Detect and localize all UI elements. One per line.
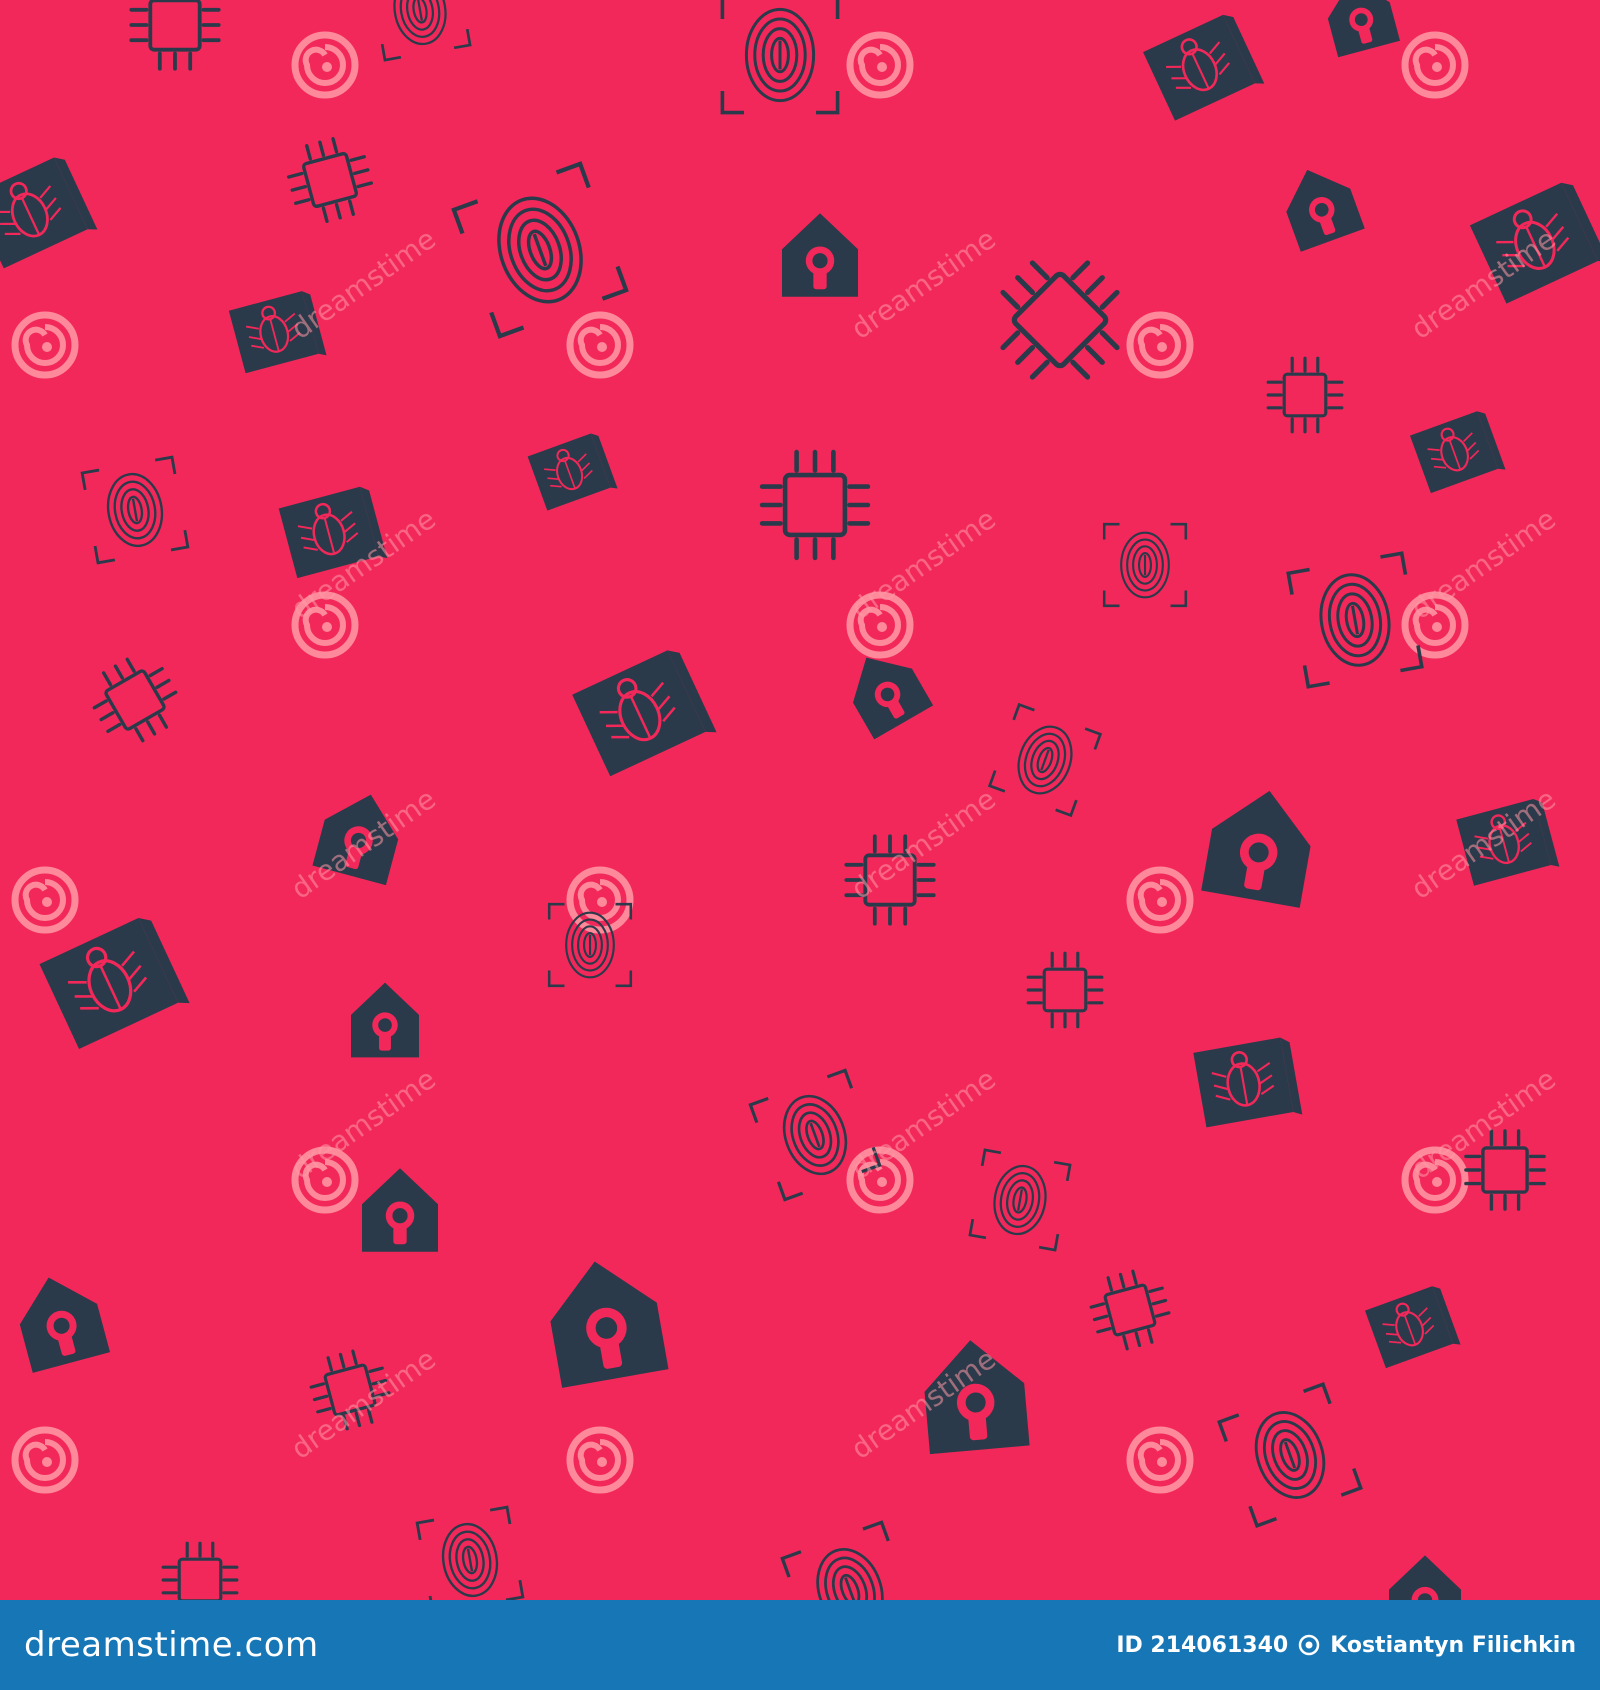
fingerprint-scan-icon <box>780 1520 920 1600</box>
house-lock-icon <box>550 1261 669 1388</box>
image-id: ID 214061340 <box>1116 1632 1289 1658</box>
fingerprint-scan-icon <box>451 161 629 339</box>
fingerprint-scan-icon <box>987 702 1103 818</box>
fingerprint-scan-icon <box>368 0 472 62</box>
dreamstime-brand[interactable]: dreamstime.com <box>24 1625 319 1665</box>
image-credit: ID 214061340 Kostiantyn Filichkin <box>1116 1633 1576 1658</box>
laptop-bug-icon <box>1409 411 1506 494</box>
watermark-text: dreamstime <box>1405 502 1562 626</box>
fingerprint-scan-icon <box>968 1148 1072 1252</box>
laptop-bug-icon <box>1143 14 1265 121</box>
house-lock-icon <box>1201 790 1311 908</box>
watermark-spiral-icon <box>846 31 914 99</box>
laptop-bug-icon <box>1364 1286 1461 1369</box>
watermark-spiral-icon <box>1126 866 1194 934</box>
house-lock-icon <box>1286 169 1365 252</box>
processor-chip-icon <box>92 657 178 743</box>
laptop-bug-icon <box>527 433 618 511</box>
processor-chip-icon <box>287 137 373 223</box>
fingerprint-scan-icon <box>720 0 840 115</box>
watermark-spiral-icon <box>1126 311 1194 379</box>
house-lock-icon <box>782 213 858 297</box>
stock-footer-bar: dreamstime.com ID 214061340 Kostiantyn F… <box>0 1600 1600 1690</box>
house-lock-icon <box>1388 1555 1462 1600</box>
laptop-bug-icon <box>39 917 190 1049</box>
watermark-text: dreamstime <box>845 222 1002 346</box>
watermark-spiral-icon <box>11 866 79 934</box>
laptop-bug-icon <box>0 157 98 269</box>
fingerprint-scan-icon <box>1286 551 1424 689</box>
processor-chip-icon <box>1026 951 1104 1029</box>
copyright-icon <box>1298 1634 1320 1656</box>
house-lock-icon <box>351 982 419 1058</box>
watermark-spiral-icon <box>566 311 634 379</box>
processor-chip-icon <box>1266 356 1344 434</box>
watermark-spiral-icon <box>11 311 79 379</box>
watermark-text: dreamstime <box>285 1062 442 1186</box>
watermark-spiral-icon <box>11 1426 79 1494</box>
processor-chip-icon <box>129 0 221 71</box>
processor-chip-icon <box>1089 1269 1171 1351</box>
processor-chip-icon <box>161 1541 239 1600</box>
watermark-text: dreamstime <box>845 502 1002 626</box>
watermark-text: dreamstime <box>845 782 1002 906</box>
pattern-artwork: dreamstime dreamstime dreamstime dreamstime… <box>0 0 1600 1600</box>
watermark-text: dreamstime <box>285 1342 442 1466</box>
house-lock-icon <box>19 1277 111 1373</box>
fingerprint-scan-icon <box>80 455 190 565</box>
watermark-text: dreamstime <box>285 222 442 346</box>
watermark-text: dreamstime <box>845 1062 1002 1186</box>
watermark-spiral-icon <box>1401 31 1469 99</box>
laptop-bug-icon <box>572 650 717 777</box>
watermark-spiral-icon <box>291 31 359 99</box>
house-lock-icon <box>362 1168 438 1252</box>
watermark-spiral-icon <box>566 1426 634 1494</box>
fingerprint-scan-icon <box>1102 522 1188 608</box>
fingerprint-scan-icon <box>415 1505 525 1600</box>
laptop-bug-icon <box>1193 1037 1303 1128</box>
fingerprint-scan-icon <box>1217 1382 1363 1528</box>
author-name: Kostiantyn Filichkin <box>1330 1632 1576 1658</box>
processor-chip-icon <box>1000 260 1120 380</box>
processor-chip-icon <box>759 449 871 561</box>
seamless-pattern: dreamstime dreamstime dreamstime dreamstime… <box>0 0 1600 1600</box>
house-lock-icon <box>1327 0 1401 58</box>
watermark-spiral-icon <box>566 866 634 934</box>
watermark-spiral-icon <box>1126 1426 1194 1494</box>
